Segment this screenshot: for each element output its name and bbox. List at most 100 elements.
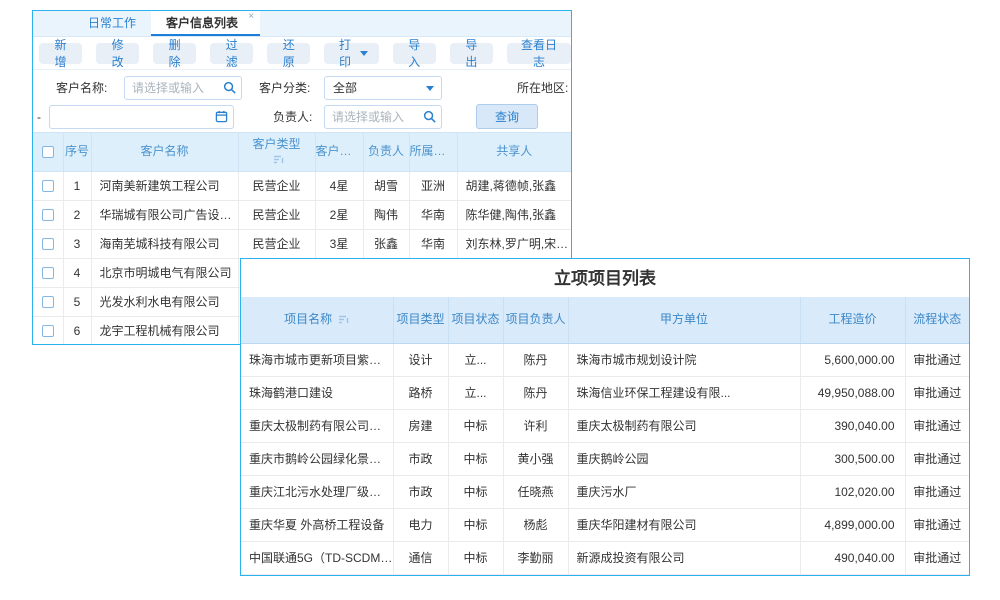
customer-type: 民营企业 <box>238 229 315 258</box>
customer-level: 2星 <box>315 200 363 229</box>
project-owner-link[interactable]: 李勤丽 <box>503 541 568 574</box>
flow-status-link[interactable]: 审批通过 <box>905 409 969 442</box>
row-checkbox[interactable] <box>42 180 54 192</box>
row-checkbox[interactable] <box>42 267 54 279</box>
close-icon[interactable]: × <box>248 12 254 22</box>
checkbox-cell <box>33 200 63 229</box>
flow-status-link[interactable]: 审批通过 <box>905 475 969 508</box>
party-name: 重庆华阳建材有限公司 <box>568 508 800 541</box>
customer-name-link[interactable]: 北京市明城电气有限公司 <box>91 258 238 287</box>
customer-name-link[interactable]: 海南芜城科技有限公司 <box>91 229 238 258</box>
owner-link[interactable]: 胡雪 <box>363 171 409 200</box>
project-name-link[interactable]: 珠海市城市更新项目紫桐苑安置点设... <box>241 343 393 376</box>
owner-link[interactable]: 陶伟 <box>363 200 409 229</box>
project-name-link[interactable]: 重庆江北污水处理厂级改造工程-道路... <box>241 475 393 508</box>
flow-status-link[interactable]: 审批通过 <box>905 508 969 541</box>
row-no: 4 <box>63 258 91 287</box>
calendar-icon[interactable] <box>215 110 228 123</box>
col-region: 所属区域 <box>409 133 457 171</box>
customer-category-select[interactable]: 全部 <box>324 76 442 100</box>
project-owner-link[interactable]: 杨彪 <box>503 508 568 541</box>
flow-status-link[interactable]: 审批通过 <box>905 541 969 574</box>
project-name-link[interactable]: 重庆华夏 外高桥工程设备 <box>241 508 393 541</box>
project-list-panel: 立项项目列表 项目名称 项目类型 项目状态 项目负责人 甲方单位 工程造价 流程… <box>240 258 970 576</box>
project-price: 102,020.00 <box>800 475 905 508</box>
table-row: 重庆市鹅岭公园绿化景观提升工程施工 市政 中标 黄小强 重庆鹅岭公园 300,5… <box>241 442 969 475</box>
project-type: 市政 <box>393 475 448 508</box>
region: 亚洲 <box>409 171 457 200</box>
party-name: 重庆污水厂 <box>568 475 800 508</box>
project-status: 中标 <box>448 541 503 574</box>
project-owner-link[interactable]: 许利 <box>503 409 568 442</box>
customer-table-header-row: 序号 客户名称 客户类型 客户等级 负责人 所属区域 共享人 <box>33 133 571 171</box>
select-all-checkbox[interactable] <box>42 146 54 158</box>
date-input[interactable] <box>50 106 233 128</box>
query-button[interactable]: 查询 <box>476 104 538 129</box>
restore-button[interactable]: 还原 <box>267 43 310 64</box>
project-name-link[interactable]: 珠海鹤港口建设 <box>241 376 393 409</box>
customer-name-link[interactable]: 龙宇工程机械有限公司 <box>91 316 238 345</box>
flow-status-link[interactable]: 审批通过 <box>905 442 969 475</box>
col-no: 序号 <box>63 133 91 171</box>
row-checkbox[interactable] <box>42 296 54 308</box>
region-label: 所在地区: <box>517 76 568 100</box>
col-owner: 负责人 <box>363 133 409 171</box>
table-row: 中国联通5G（TD-SCDMA）网络三期... 通信 中标 李勤丽 新源成投资有… <box>241 541 969 574</box>
date-input-wrap <box>49 105 234 129</box>
search-icon[interactable] <box>223 81 236 94</box>
import-button[interactable]: 导入 <box>393 43 436 64</box>
party-name: 新源成投资有限公司 <box>568 541 800 574</box>
project-name-link[interactable]: 中国联通5G（TD-SCDMA）网络三期... <box>241 541 393 574</box>
flow-status-link[interactable]: 审批通过 <box>905 376 969 409</box>
project-type: 电力 <box>393 508 448 541</box>
customer-name-link[interactable]: 华瑞城有限公司广告设计部 <box>91 200 238 229</box>
col-customer-level: 客户等级 <box>315 133 363 171</box>
print-button[interactable]: 打印 <box>324 43 378 64</box>
chevron-down-icon <box>426 86 434 91</box>
table-row: 重庆华夏 外高桥工程设备 电力 中标 杨彪 重庆华阳建材有限公司 4,899,0… <box>241 508 969 541</box>
search-icon[interactable] <box>423 110 436 123</box>
checkbox-cell <box>33 316 63 345</box>
owner-label: 负责人: <box>273 105 312 129</box>
col-project-name[interactable]: 项目名称 <box>241 297 393 343</box>
project-owner-link[interactable]: 黄小强 <box>503 442 568 475</box>
row-checkbox[interactable] <box>42 325 54 337</box>
add-button[interactable]: 新增 <box>39 43 82 64</box>
col-customer-type[interactable]: 客户类型 <box>238 133 315 171</box>
customer-name-link[interactable]: 光发水利水电有限公司 <box>91 287 238 316</box>
owner-link[interactable]: 张鑫 <box>363 229 409 258</box>
shared-people: 胡建,蒋德帧,张鑫 <box>457 171 571 200</box>
table-row: 2 华瑞城有限公司广告设计部 民营企业 2星 陶伟 华南 陈华健,陶伟,张鑫 <box>33 200 571 229</box>
tab-customer-info-list[interactable]: 客户信息列表 × <box>151 11 260 36</box>
project-status: 中标 <box>448 508 503 541</box>
edit-button[interactable]: 修改 <box>96 43 139 64</box>
project-owner-link[interactable]: 陈丹 <box>503 376 568 409</box>
view-log-button[interactable]: 查看日志 <box>507 43 571 64</box>
filter-button[interactable]: 过滤 <box>210 43 253 64</box>
select-all-cell <box>33 133 63 171</box>
party-name: 珠海信业环保工程建设有限... <box>568 376 800 409</box>
project-type: 通信 <box>393 541 448 574</box>
customer-name-link[interactable]: 河南美新建筑工程公司 <box>91 171 238 200</box>
customer-name-input-wrap <box>124 76 242 100</box>
export-button[interactable]: 导出 <box>450 43 493 64</box>
tab-daily-work[interactable]: 日常工作 <box>73 11 151 36</box>
checkbox-cell <box>33 229 63 258</box>
project-name-link[interactable]: 重庆太极制药有限公司亳州中药材仓... <box>241 409 393 442</box>
project-status: 中标 <box>448 409 503 442</box>
project-owner-link[interactable]: 任晓燕 <box>503 475 568 508</box>
row-checkbox[interactable] <box>42 209 54 221</box>
delete-button[interactable]: 删除 <box>153 43 196 64</box>
owner-input-wrap <box>324 105 442 129</box>
project-price: 5,600,000.00 <box>800 343 905 376</box>
project-price: 390,040.00 <box>800 409 905 442</box>
print-label: 打印 <box>335 36 354 70</box>
flow-status-link[interactable]: 审批通过 <box>905 343 969 376</box>
project-owner-link[interactable]: 陈丹 <box>503 343 568 376</box>
region: 华南 <box>409 229 457 258</box>
row-no: 5 <box>63 287 91 316</box>
checkbox-cell <box>33 287 63 316</box>
row-checkbox[interactable] <box>42 238 54 250</box>
project-name-link[interactable]: 重庆市鹅岭公园绿化景观提升工程施工 <box>241 442 393 475</box>
col-label: 客户类型 <box>252 137 300 151</box>
